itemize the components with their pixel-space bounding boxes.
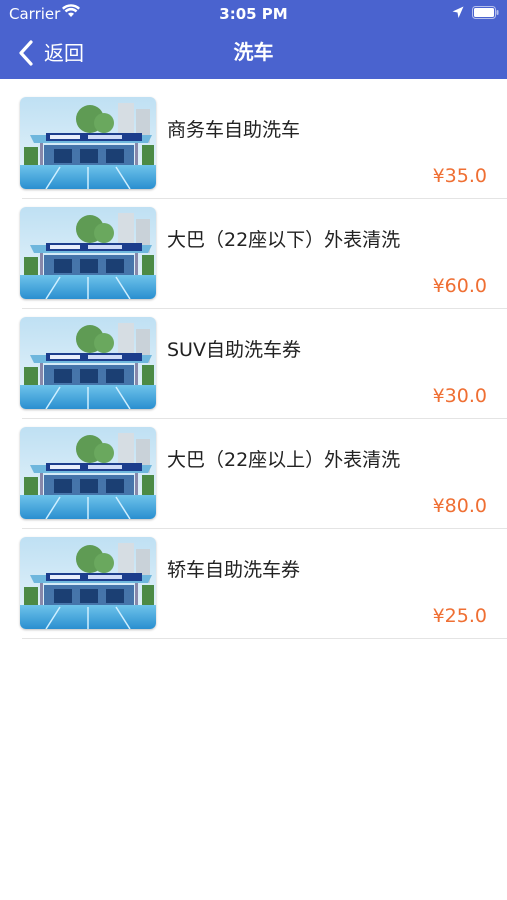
- navigation-bar: Carrier 3:05 PM 返回 洗车: [0, 0, 507, 79]
- car-wash-photo: [20, 427, 156, 519]
- car-wash-photo: [20, 207, 156, 299]
- car-wash-photo: [20, 317, 156, 409]
- divider: [22, 638, 507, 639]
- back-button[interactable]: 返回: [16, 38, 84, 68]
- product-price: ¥30.0: [432, 385, 487, 407]
- product-name: 大巴（22座以下）外表清洗: [167, 229, 401, 251]
- status-bar: Carrier 3:05 PM: [0, 0, 507, 28]
- product-item[interactable]: SUV自助洗车券 ¥30.0: [0, 309, 507, 419]
- back-button-label: 返回: [44, 41, 84, 65]
- car-wash-photo: [20, 97, 156, 189]
- product-item[interactable]: 商务车自助洗车 ¥35.0: [0, 89, 507, 199]
- product-name: 大巴（22座以上）外表清洗: [167, 449, 401, 471]
- battery-icon: [472, 6, 499, 19]
- product-price: ¥25.0: [432, 605, 487, 627]
- product-name: 轿车自助洗车券: [167, 559, 301, 581]
- product-name: SUV自助洗车券: [167, 339, 301, 361]
- product-item[interactable]: 大巴（22座以上）外表清洗 ¥80.0: [0, 419, 507, 529]
- product-price: ¥60.0: [432, 275, 487, 297]
- product-item[interactable]: 轿车自助洗车券 ¥25.0: [0, 529, 507, 639]
- product-price: ¥80.0: [432, 495, 487, 517]
- product-name: 商务车自助洗车: [167, 119, 301, 141]
- product-list: 商务车自助洗车 ¥35.0 大巴（22座以下）外表清洗 ¥60.0 SUV自助洗…: [0, 89, 507, 639]
- product-price: ¥35.0: [432, 165, 487, 187]
- clock: 3:05 PM: [219, 5, 288, 23]
- chevron-left-icon: [19, 40, 33, 66]
- product-item[interactable]: 大巴（22座以下）外表清洗 ¥60.0: [0, 199, 507, 309]
- car-wash-photo: [20, 537, 156, 629]
- location-arrow-icon: [452, 6, 464, 18]
